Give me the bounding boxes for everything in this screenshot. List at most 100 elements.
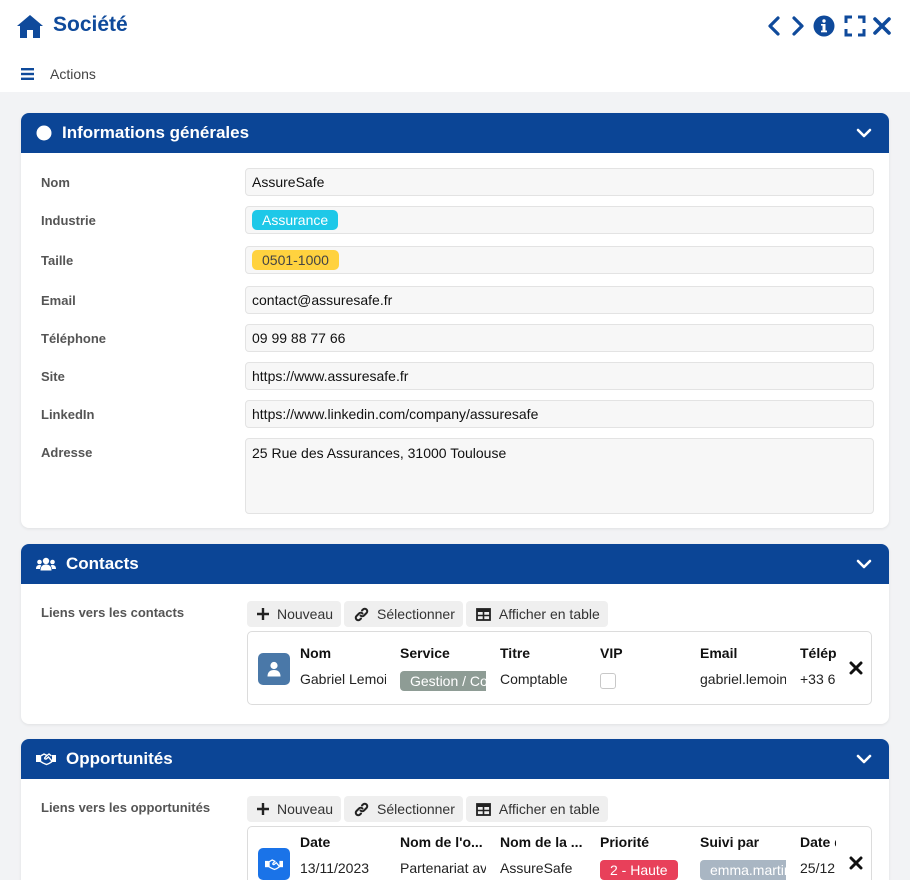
linkedin-value: https://www.linkedin.com/company/assures… bbox=[252, 406, 539, 422]
chevron-left-icon[interactable] bbox=[763, 14, 787, 38]
linkedin-field[interactable]: https://www.linkedin.com/company/assures… bbox=[245, 400, 874, 428]
hamburger-icon bbox=[21, 68, 34, 80]
user-icon bbox=[267, 661, 281, 677]
chevron-down-icon[interactable] bbox=[856, 556, 872, 572]
users-icon bbox=[36, 557, 56, 571]
new-opportunity-label: Nouveau bbox=[277, 801, 334, 817]
phone-field[interactable]: 09 99 88 77 66 bbox=[245, 324, 874, 352]
contact-col-vip: VIP bbox=[600, 645, 686, 689]
opportunities-links-label: Liens vers les opportunités bbox=[41, 800, 211, 815]
email-field[interactable]: contact@assuresafe.fr bbox=[245, 286, 874, 314]
column-header: Date d bbox=[800, 834, 836, 850]
vip-checkbox[interactable] bbox=[600, 673, 616, 689]
contact-phone: +33 6 bbox=[800, 671, 836, 687]
opp-col-priority: Priorité 2 - Haute bbox=[600, 834, 686, 880]
industry-field[interactable]: Assurance bbox=[245, 206, 874, 234]
opportunities-header[interactable]: Opportunités bbox=[21, 739, 889, 779]
window-header: Société Actions bbox=[0, 0, 910, 92]
plus-icon bbox=[257, 803, 269, 815]
opportunities-table-view-label: Afficher en table bbox=[498, 801, 600, 817]
close-icon[interactable] bbox=[870, 14, 894, 38]
chevron-down-icon[interactable] bbox=[856, 751, 872, 767]
site-value: https://www.assuresafe.fr bbox=[252, 368, 409, 384]
email-value: contact@assuresafe.fr bbox=[252, 292, 393, 308]
remove-icon[interactable] bbox=[849, 661, 863, 675]
opportunity-company: AssureSafe bbox=[500, 860, 573, 876]
address-value: 25 Rue des Assurances, 31000 Toulouse bbox=[252, 445, 507, 461]
contacts-header[interactable]: Contacts bbox=[21, 544, 889, 584]
select-contact-label: Sélectionner bbox=[377, 606, 455, 622]
contacts-panel: Contacts Liens vers les contacts Nouveau… bbox=[21, 544, 889, 724]
site-field[interactable]: https://www.assuresafe.fr bbox=[245, 362, 874, 390]
contacts-table-view-button[interactable]: Afficher en table bbox=[465, 601, 608, 627]
column-header: Priorité bbox=[600, 834, 650, 850]
opp-col-company: Nom de la ... AssureSafe bbox=[500, 834, 586, 876]
name-label: Nom bbox=[41, 175, 70, 190]
contact-col-email: Email gabriel.lemoin bbox=[700, 645, 786, 687]
info-icon[interactable] bbox=[812, 14, 836, 38]
fullscreen-icon[interactable] bbox=[843, 14, 867, 38]
link-icon bbox=[354, 802, 369, 816]
home-icon[interactable] bbox=[16, 13, 44, 39]
new-contact-button[interactable]: Nouveau bbox=[247, 601, 342, 627]
select-opportunity-label: Sélectionner bbox=[377, 801, 455, 817]
circle-icon bbox=[36, 125, 52, 141]
actions-menu-label: Actions bbox=[50, 66, 96, 82]
opportunity-date: 13/11/2023 bbox=[300, 860, 370, 876]
general-info-header[interactable]: Informations générales bbox=[21, 113, 889, 153]
opp-col-date2: Date d 25/12 bbox=[800, 834, 836, 876]
page-title: Société bbox=[53, 13, 128, 36]
opp-col-date: Date 13/11/2023 bbox=[300, 834, 386, 876]
remove-icon[interactable] bbox=[849, 856, 863, 870]
general-info-panel: Informations générales Nom AssureSafe In… bbox=[21, 113, 889, 528]
link-icon bbox=[354, 607, 369, 621]
address-field[interactable]: 25 Rue des Assurances, 31000 Toulouse bbox=[245, 438, 874, 514]
contacts-links-label: Liens vers les contacts bbox=[41, 605, 185, 620]
column-header: Email bbox=[700, 645, 738, 661]
chevron-right-icon[interactable] bbox=[785, 14, 809, 38]
opportunities-title: Opportunités bbox=[66, 749, 173, 768]
opp-col-name: Nom de l'o... Partenariat ave bbox=[400, 834, 486, 876]
handshake-icon bbox=[265, 858, 283, 870]
contact-item[interactable]: Nom Gabriel Lemoin Service Gestion / Co … bbox=[247, 631, 872, 705]
contact-email: gabriel.lemoin bbox=[700, 671, 786, 687]
site-label: Site bbox=[41, 369, 65, 384]
new-opportunity-button[interactable]: Nouveau bbox=[247, 796, 342, 822]
opp-col-follower: Suivi par emma.martin bbox=[700, 834, 786, 880]
column-header: Nom de la ... bbox=[500, 834, 583, 850]
opportunities-toolbar: Nouveau Sélectionner Afficher en table bbox=[247, 796, 608, 822]
name-field[interactable]: AssureSafe bbox=[245, 168, 874, 196]
opportunity-item[interactable]: Date 13/11/2023 Nom de l'o... Partenaria… bbox=[247, 826, 872, 880]
industry-label: Industrie bbox=[41, 213, 96, 228]
chevron-down-icon[interactable] bbox=[856, 125, 872, 141]
column-header: Nom de l'o... bbox=[400, 834, 483, 850]
column-header: Titre bbox=[500, 645, 531, 661]
size-tag: 0501-1000 bbox=[252, 250, 339, 270]
table-icon bbox=[475, 802, 491, 816]
actions-menu[interactable]: Actions bbox=[21, 66, 96, 82]
plus-icon bbox=[257, 608, 269, 620]
opportunity-avatar bbox=[258, 848, 290, 880]
new-contact-label: Nouveau bbox=[277, 606, 334, 622]
column-header: Suivi par bbox=[700, 834, 760, 850]
name-value: AssureSafe bbox=[252, 174, 325, 190]
linkedin-label: LinkedIn bbox=[41, 407, 95, 422]
contact-avatar bbox=[258, 653, 290, 685]
column-header: Date bbox=[300, 834, 331, 850]
contacts-toolbar: Nouveau Sélectionner Afficher en table bbox=[247, 601, 608, 627]
column-header: VIP bbox=[600, 645, 623, 661]
size-field[interactable]: 0501-1000 bbox=[245, 246, 874, 274]
opportunities-table-view-button[interactable]: Afficher en table bbox=[465, 796, 608, 822]
service-tag: Gestion / Co bbox=[400, 671, 486, 691]
priority-tag: 2 - Haute bbox=[600, 860, 678, 880]
column-header: Télép bbox=[800, 645, 836, 661]
general-info-title: Informations générales bbox=[62, 123, 250, 142]
select-opportunity-button[interactable]: Sélectionner bbox=[344, 796, 463, 822]
table-icon bbox=[475, 607, 491, 621]
opportunity-name: Partenariat ave bbox=[400, 860, 486, 876]
contact-col-titre: Titre Comptable bbox=[500, 645, 586, 687]
select-contact-button[interactable]: Sélectionner bbox=[344, 601, 463, 627]
contact-col-service: Service Gestion / Co bbox=[400, 645, 486, 691]
contacts-title: Contacts bbox=[66, 554, 139, 573]
address-label: Adresse bbox=[41, 445, 93, 460]
